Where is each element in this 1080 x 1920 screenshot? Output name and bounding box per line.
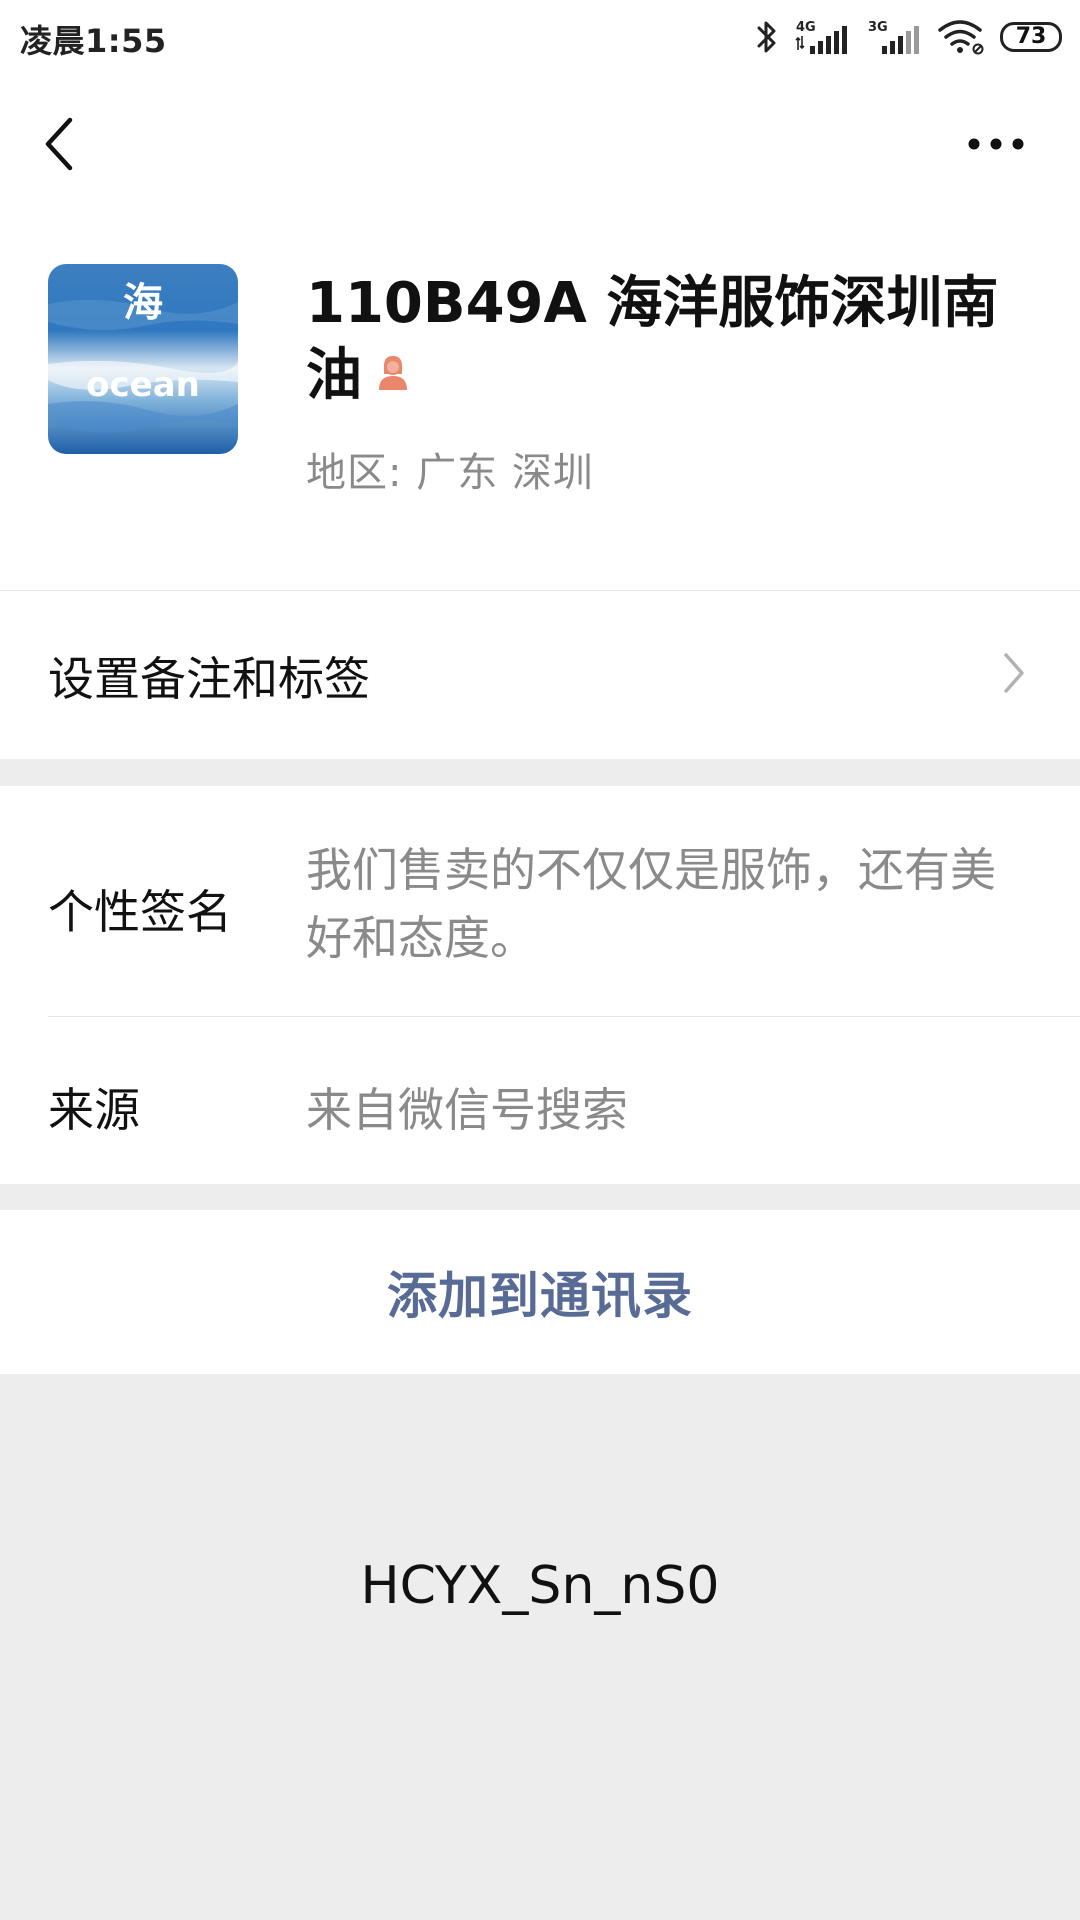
region-province: 广东 [416, 450, 499, 496]
region-info: 地区: 广东 深圳 [306, 440, 594, 498]
battery-icon: 73 [1000, 22, 1062, 52]
add-to-contacts-button[interactable]: 添加到通讯录 [0, 1210, 1080, 1374]
status-icons: 4G 3G 73 [756, 16, 1062, 58]
add-to-contacts-label: 添加到通讯录 [387, 1267, 693, 1325]
remark-label: 设置备注和标签 [48, 652, 370, 706]
source-value: 来自微信号搜索 [306, 1083, 628, 1137]
svg-text:3G: 3G [868, 20, 888, 35]
status-time: 凌晨1:55 [20, 22, 167, 60]
contact-profile-screen: 凌晨1:55 4G 3G 73 海 ocean 110B49A 海洋服饰深圳南油… [0, 0, 1080, 1920]
signal-4g-icon: 4G [792, 18, 852, 56]
battery-level: 73 [1015, 24, 1047, 49]
chevron-left-icon [45, 117, 73, 171]
signature-label: 个性签名 [48, 885, 232, 939]
svg-text:海: 海 [123, 280, 163, 326]
back-button[interactable] [36, 112, 84, 176]
region-city: 深圳 [511, 450, 594, 496]
region-label: 地区: [306, 450, 403, 496]
signal-3g-icon: 3G [866, 18, 924, 56]
watermark-text: HCYX_Sn_nS0 [360, 1556, 720, 1616]
divider [48, 1016, 1080, 1017]
info-group: 个性签名 我们售卖的不仅仅是服饰，还有美好和态度。 来源 来自微信号搜索 [0, 786, 1080, 1184]
svg-text:4G: 4G [796, 20, 816, 35]
bluetooth-icon [756, 19, 778, 55]
set-remark-and-tags-row[interactable]: 设置备注和标签 [0, 591, 1080, 759]
wifi-icon [938, 18, 986, 56]
source-label: 来源 [48, 1083, 140, 1137]
signature-value: 我们售卖的不仅仅是服饰，还有美好和态度。 [306, 843, 996, 965]
status-bar: 凌晨1:55 4G 3G 73 [0, 0, 1080, 74]
female-icon [376, 338, 410, 410]
svg-text:ocean: ocean [86, 365, 200, 405]
more-button[interactable] [964, 126, 1028, 162]
more-dots-icon [968, 138, 1024, 150]
chevron-right-icon [1002, 651, 1026, 695]
avatar[interactable]: 海 ocean [48, 264, 238, 454]
contact-name: 110B49A 海洋服饰深圳南油 [306, 268, 1026, 412]
